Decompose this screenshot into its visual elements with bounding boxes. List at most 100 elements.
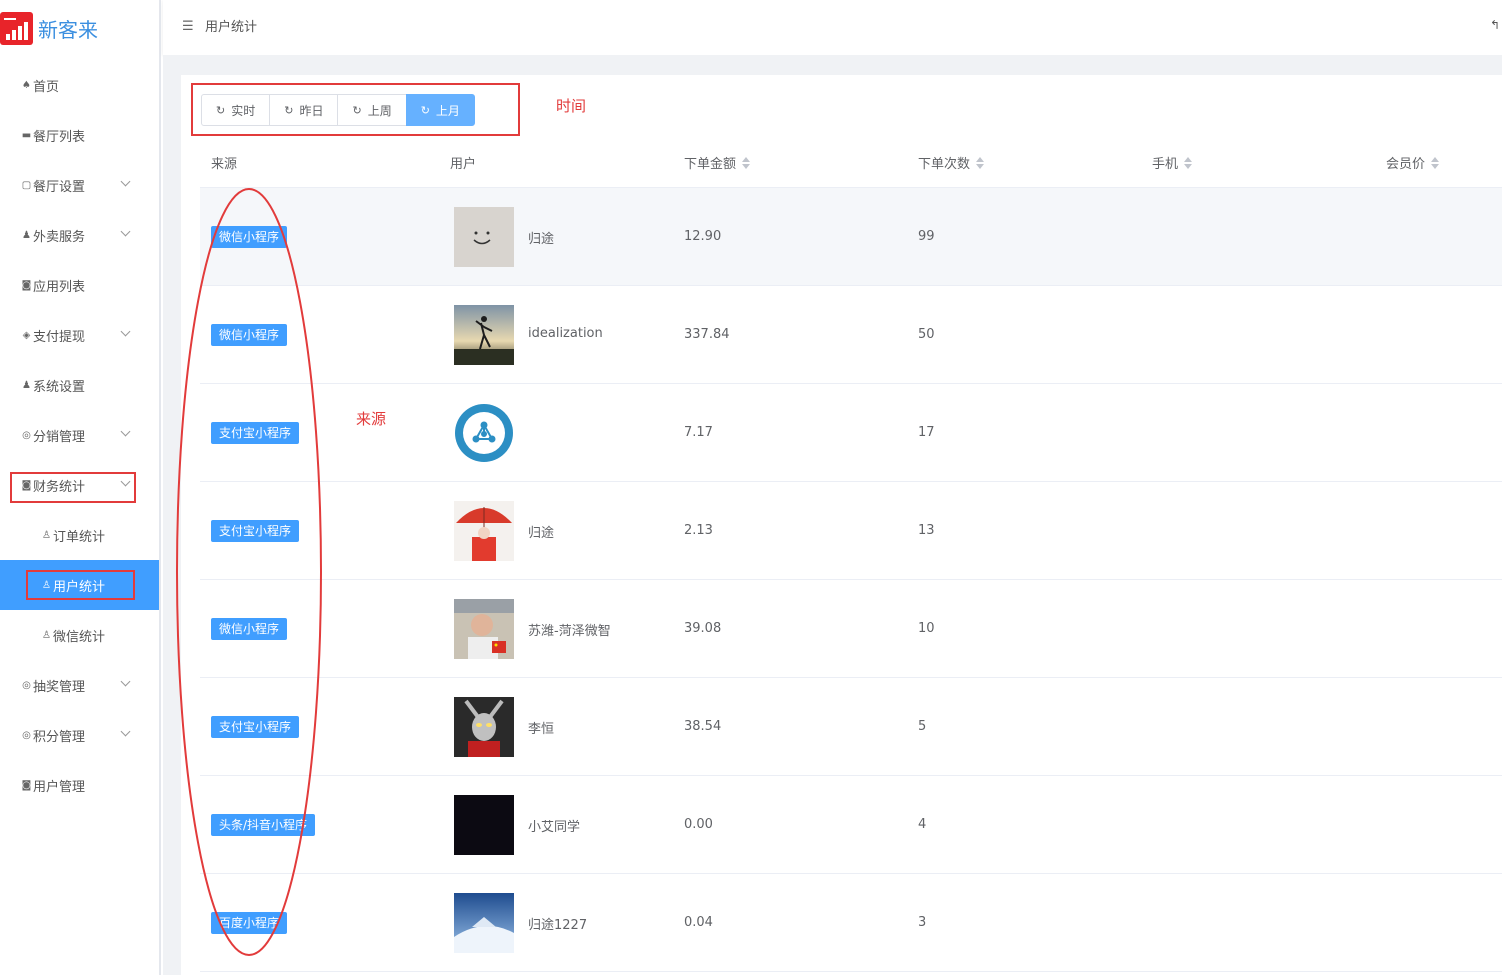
avatar [454,697,514,757]
order-amount: 2.13 [684,523,713,538]
sidebar-item[interactable]: ♟ 系统设置 [0,360,159,410]
sidebar-item-label: 用户管理 [33,779,86,795]
sidebar-item[interactable]: ▬ 餐厅列表 [0,110,159,160]
sidebar-item[interactable]: ◙ 用户管理 [0,760,159,810]
sidebar-item[interactable]: ◎ 抽奖管理 [0,660,159,710]
avatar [454,305,514,365]
order-count: 10 [918,621,935,636]
column-header-label: 用户 [450,157,477,172]
avatar [454,599,514,659]
column-header[interactable]: 下单次数 [918,153,985,172]
sidebar-item[interactable]: ♟ 外卖服务 [0,210,159,260]
user-name: 归途1227 [528,918,588,933]
sort-icon[interactable] [1184,156,1193,169]
table-row[interactable]: 百度小程序 归途1227 0.04 3 [200,874,1502,972]
sidebar-item-label: 抽奖管理 [33,679,86,695]
chevron-down-icon [120,326,131,337]
column-header[interactable]: 会员价 [1386,153,1440,172]
order-count: 99 [918,229,935,244]
list-icon: ▬ [21,129,32,141]
highlight-finance [10,472,136,503]
chevron-down-icon [120,176,131,187]
column-header-label: 手机 [1152,157,1179,172]
column-header-label: 会员价 [1386,157,1426,172]
sort-icon[interactable] [1431,156,1440,169]
user-name: 归途 [528,232,555,247]
order-amount: 0.04 [684,915,713,930]
avatar [454,795,514,855]
table-row[interactable]: 支付宝小程序 7.17 17 [200,384,1502,482]
order-amount: 337.84 [684,327,730,342]
order-amount: 39.08 [684,621,722,636]
sidebar-item[interactable]: ▢ 餐厅设置 [0,160,159,210]
home-icon: ♠ [22,79,31,91]
user-name: 李恒 [528,722,555,737]
sidebar-item-label: 餐厅设置 [33,179,86,195]
sidebar-item[interactable]: ♠ 首页 [0,60,159,110]
highlight-user-stats [26,570,135,600]
menu-toggle-icon[interactable]: ☰ [182,19,194,34]
column-header-label: 下单次数 [918,157,971,172]
avatar [454,501,514,561]
order-count: 13 [918,523,935,538]
column-header: 用户 [450,153,476,172]
table-row[interactable]: 头条/抖音小程序 小艾同学 0.00 4 [200,776,1502,874]
table-row[interactable]: 微信小程序 苏潍-菏泽微智 39.08 10 [200,580,1502,678]
logo[interactable]: 新客来 [0,10,98,46]
sidebar-item-label: 积分管理 [33,729,86,745]
order-amount: 38.54 [684,719,722,734]
sidebar-item[interactable]: ◎ 分销管理 [0,410,159,460]
order-count: 3 [918,915,927,930]
logo-icon [0,11,33,45]
sidebar-item-label: 应用列表 [33,279,86,295]
user-manage-icon: ◙ [21,779,32,791]
table-row[interactable]: 微信小程序 归途 12.90 99 [200,188,1502,286]
sidebar-item-label: 订单统计 [53,529,106,545]
sidebar-menu: ♠ 首页 ▬ 餐厅列表 ▢ 餐厅设置 ♟ 外卖服务 ◙ 应用列表 ◈ 支付提现 ♟ 系统设置 ◎ 分销管理 ◙ 财… [0,60,159,810]
order-count: 17 [918,425,935,440]
user-name: 归途 [528,526,555,541]
group-icon: ◎ [22,429,31,441]
column-header[interactable]: 下单金额 [684,153,751,172]
highlight-time-filter [191,83,520,136]
column-header: 来源 [211,153,237,172]
sidebar-item[interactable]: ♙ 微信统计 [0,610,159,660]
user-name: 小艾同学 [528,820,581,835]
order-amount: 12.90 [684,229,722,244]
avatar [454,893,514,953]
table-row[interactable]: 支付宝小程序 归途 2.13 13 [200,482,1502,580]
sidebar-item-label: 微信统计 [53,629,106,645]
chevron-down-icon [120,426,131,437]
user-gear-icon: ♟ [22,379,31,391]
table-row[interactable]: 微信小程序 idealization 337.84 50 [200,286,1502,384]
topbar: ☰ 用户统计 ↰ [163,0,1502,55]
sort-icon[interactable] [976,156,985,169]
back-icon[interactable]: ↰ [1490,18,1500,32]
avatar [454,403,514,463]
chevron-down-icon [120,676,131,687]
sidebar-item-label: 餐厅列表 [33,129,86,145]
order-amount: 7.17 [684,425,713,440]
chevron-down-icon [120,226,131,237]
breadcrumb: 用户统计 [205,20,258,35]
sidebar-item[interactable]: ♙ 订单统计 [0,510,159,560]
sidebar-item-label: 分销管理 [33,429,86,445]
sidebar-item[interactable]: ◎ 积分管理 [0,710,159,760]
avatar [454,207,514,267]
sort-icon[interactable] [742,156,751,169]
chevron-down-icon [120,726,131,737]
annotation-source-ellipse [176,188,322,956]
person-icon: ♙ [42,629,51,641]
sidebar-item-label: 支付提现 [33,329,86,345]
setting-icon: ▢ [21,179,32,191]
user-icon: ♟ [22,229,31,241]
order-count: 4 [918,817,927,832]
app-icon: ◙ [21,279,32,291]
sidebar-item[interactable]: ◙ 应用列表 [0,260,159,310]
column-header[interactable]: 手机 [1152,153,1193,172]
group-icon: ◎ [22,729,31,741]
sidebar-item[interactable]: ◈ 支付提现 [0,310,159,360]
column-header-label: 来源 [211,157,238,172]
sidebar-item-label: 系统设置 [33,379,86,395]
table-row[interactable]: 支付宝小程序 李恒 38.54 5 [200,678,1502,776]
